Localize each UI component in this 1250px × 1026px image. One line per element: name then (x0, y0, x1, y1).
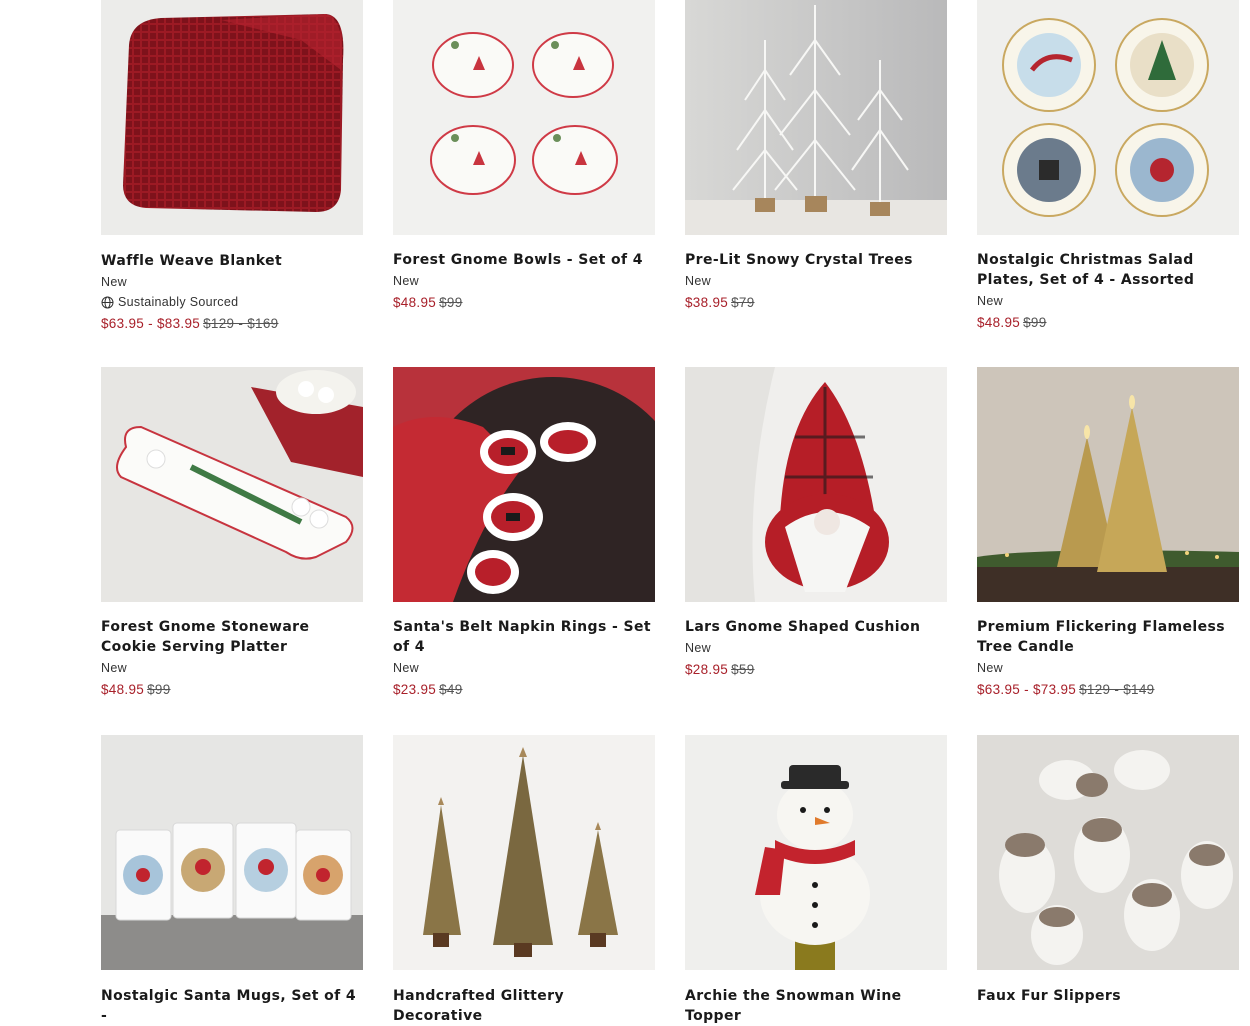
product-title[interactable]: Waffle Weave Blanket (101, 251, 363, 271)
sale-price: $63.95 - $83.95 (101, 316, 201, 331)
new-badge: New (685, 274, 711, 288)
product-card[interactable]: Nostalgic Santa Mugs, Set of 4 - (101, 735, 363, 1026)
price: $48.95 $99 (101, 682, 363, 697)
original-price: $129 - $169 (203, 316, 279, 331)
new-badge: New (101, 275, 127, 289)
product-image-glitter-trees[interactable] (393, 735, 655, 970)
product-card[interactable]: Nostalgic Christmas Salad Plates, Set of… (977, 0, 1239, 330)
price: $23.95 $49 (393, 682, 655, 697)
sale-price: $38.95 (685, 295, 729, 310)
product-image-gnome-bowls[interactable] (393, 0, 655, 235)
product-title[interactable]: Pre-Lit Snowy Crystal Trees (685, 250, 947, 270)
original-price: $99 (439, 295, 463, 310)
product-title[interactable]: Forest Gnome Bowls - Set of 4 (393, 250, 655, 270)
product-title[interactable]: Lars Gnome Shaped Cushion (685, 617, 947, 637)
new-badge: New (977, 294, 1003, 308)
product-card[interactable]: Forest Gnome Bowls - Set of 4 New $48.95… (393, 0, 655, 310)
price: $48.95 $99 (393, 295, 655, 310)
original-price: $59 (731, 662, 755, 677)
new-badge: New (393, 661, 419, 675)
sustainably-sourced: Sustainably Sourced (101, 294, 363, 310)
original-price: $99 (147, 682, 171, 697)
product-image-napkin-rings[interactable] (393, 367, 655, 602)
product-card[interactable]: Pre-Lit Snowy Crystal Trees New $38.95 $7… (685, 0, 947, 310)
new-badge: New (977, 661, 1003, 675)
product-card[interactable]: Lars Gnome Shaped Cushion New $28.95 $59 (685, 367, 947, 677)
price: $28.95 $59 (685, 662, 947, 677)
new-badge: New (101, 661, 127, 675)
product-image-snowman-topper[interactable] (685, 735, 947, 970)
product-image-santa-mugs[interactable] (101, 735, 363, 970)
sale-price: $63.95 - $73.95 (977, 682, 1077, 697)
product-title[interactable]: Archie the Snowman Wine Topper (685, 986, 947, 1026)
product-image-gnome-platter[interactable] (101, 367, 363, 602)
product-card[interactable]: Waffle Weave Blanket New Sustainably Sou… (101, 0, 363, 331)
product-card[interactable]: Forest Gnome Stoneware Cookie Serving Pl… (101, 367, 363, 697)
new-badge: New (393, 274, 419, 288)
product-card[interactable]: Premium Flickering Flameless Tree Candle… (977, 367, 1239, 697)
original-price: $129 - $149 (1079, 682, 1155, 697)
product-card[interactable]: Santa's Belt Napkin Rings - Set of 4 New… (393, 367, 655, 697)
product-title[interactable]: Santa's Belt Napkin Rings - Set of 4 (393, 617, 655, 657)
sustainably-sourced-label: Sustainably Sourced (118, 295, 239, 309)
price: $48.95 $99 (977, 315, 1239, 330)
original-price: $49 (439, 682, 463, 697)
sale-price: $48.95 (977, 315, 1021, 330)
price: $38.95 $79 (685, 295, 947, 310)
original-price: $79 (731, 295, 755, 310)
product-card[interactable]: Handcrafted Glittery Decorative (393, 735, 655, 1026)
product-image-salad-plates[interactable] (977, 0, 1239, 235)
price: $63.95 - $73.95 $129 - $149 (977, 682, 1239, 697)
product-card[interactable]: Faux Fur Slippers (977, 735, 1239, 1006)
product-image-waffle-blanket[interactable] (101, 0, 363, 235)
product-title[interactable]: Faux Fur Slippers (977, 986, 1239, 1006)
sale-price: $23.95 (393, 682, 437, 697)
product-image-gnome-cushion[interactable] (685, 367, 947, 602)
product-image-crystal-trees[interactable] (685, 0, 947, 235)
product-image-fur-slippers[interactable] (977, 735, 1239, 970)
product-title[interactable]: Nostalgic Santa Mugs, Set of 4 - (101, 986, 363, 1026)
product-title[interactable]: Handcrafted Glittery Decorative (393, 986, 655, 1026)
original-price: $99 (1023, 315, 1047, 330)
product-title[interactable]: Nostalgic Christmas Salad Plates, Set of… (977, 250, 1239, 290)
price: $63.95 - $83.95 $129 - $169 (101, 316, 363, 331)
product-image-tree-candle[interactable] (977, 367, 1239, 602)
sale-price: $48.95 (393, 295, 437, 310)
sale-price: $28.95 (685, 662, 729, 677)
product-title[interactable]: Forest Gnome Stoneware Cookie Serving Pl… (101, 617, 363, 657)
sale-price: $48.95 (101, 682, 145, 697)
product-card[interactable]: Archie the Snowman Wine Topper (685, 735, 947, 1026)
new-badge: New (685, 641, 711, 655)
product-title[interactable]: Premium Flickering Flameless Tree Candle (977, 617, 1239, 657)
globe-icon (101, 296, 114, 308)
